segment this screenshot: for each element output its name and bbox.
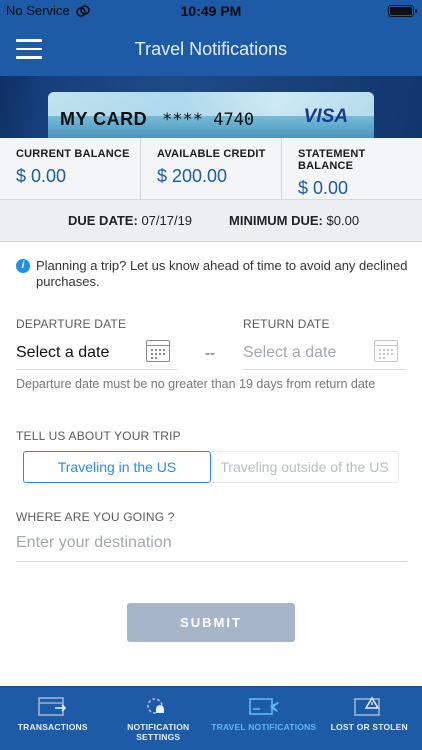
card-banner: MY CARD **** 4740 VISA (0, 76, 422, 138)
minimum-due-value: $0.00 (326, 213, 360, 228)
current-balance-value: $ 0.00 (16, 166, 67, 186)
status-bar: No Service 10:49 PM (0, 0, 422, 22)
due-date-value: 07/17/19 (141, 213, 193, 228)
due-date-label: DUE DATE: (68, 213, 138, 228)
statement-balance-label: STATEMENT BALANCE (298, 148, 366, 172)
departure-date-value: Select a date (16, 344, 110, 361)
submit-button[interactable]: SUBMIT (127, 603, 295, 642)
due-summary: DUE DATE: 07/17/19 MINIMUM DUE: $0.00 (0, 200, 422, 242)
nav-bar: Travel Notifications (0, 22, 422, 76)
return-date-field[interactable]: Select a date (243, 338, 406, 370)
available-credit-value: $ 200.00 (157, 166, 228, 186)
balances-panel: CURRENT BALANCE $ 0.00 AVAILABLE CREDIT … (0, 138, 422, 200)
page-title: Travel Notifications (134, 39, 288, 59)
option-traveling-outside-us[interactable]: Traveling outside of the US (211, 451, 399, 483)
tab-lost-or-stolen[interactable]: LOST OR STOLEN (317, 687, 422, 750)
info-icon: i (16, 259, 30, 273)
available-credit-label: AVAILABLE CREDIT (157, 148, 266, 160)
tab-notification-settings[interactable]: NOTIFICATION SETTINGS (106, 687, 212, 750)
return-date-value: Select a date (243, 344, 337, 361)
battery-icon (388, 5, 417, 17)
lost-stolen-icon (354, 696, 381, 716)
tab-lost-or-stolen-label: LOST OR STOLEN (330, 722, 408, 732)
transactions-icon (37, 697, 66, 716)
card-name: MY CARD (60, 109, 148, 129)
current-balance-label: CURRENT BALANCE (16, 148, 130, 160)
status-time: 10:49 PM (180, 3, 242, 19)
date-hint: Departure date must be no greater than 1… (16, 377, 376, 391)
tab-transactions[interactable]: TRANSACTIONS (0, 687, 106, 750)
notification-settings-icon (147, 698, 165, 714)
tab-notification-settings-label: NOTIFICATION SETTINGS (127, 722, 190, 742)
statement-balance: STATEMENT BALANCE $ 0.00 (282, 138, 422, 199)
card-number: **** 4740 (162, 110, 254, 130)
departure-calendar-icon[interactable] (146, 340, 170, 362)
tab-travel-notifications-label: TRAVEL NOTIFICATIONS (211, 722, 317, 732)
trip-label: TELL US ABOUT YOUR TRIP (16, 429, 181, 443)
available-credit: AVAILABLE CREDIT $ 200.00 (141, 138, 282, 199)
departure-date-label: DEPARTURE DATE (16, 317, 127, 331)
destination-field (16, 530, 407, 562)
info-text: Planning a trip? Let us know ahead of ti… (36, 258, 408, 289)
trip-type-toggle: Traveling in the US Traveling outside of… (23, 451, 399, 483)
destination-label: WHERE ARE YOU GOING ? (16, 510, 175, 524)
return-calendar-icon[interactable] (374, 340, 398, 362)
visa-logo: VISA (303, 106, 348, 127)
destination-input[interactable] (16, 530, 407, 552)
tab-travel-notifications[interactable]: TRAVEL NOTIFICATIONS (211, 687, 317, 750)
date-separator: -- (205, 345, 215, 362)
minimum-due-label: MINIMUM DUE: (229, 213, 323, 228)
tab-bar: TRANSACTIONS NOTIFICATION SETTINGS TRAVE… (0, 686, 422, 750)
due-date: DUE DATE: 07/17/19 (68, 213, 192, 228)
travel-notifications-icon (248, 698, 279, 715)
tab-transactions-label: TRANSACTIONS (17, 722, 88, 732)
minimum-due: MINIMUM DUE: $0.00 (229, 213, 359, 228)
current-balance: CURRENT BALANCE $ 0.00 (0, 138, 141, 199)
return-date-label: RETURN DATE (243, 317, 330, 331)
statement-balance-value: $ 0.00 (298, 178, 349, 198)
departure-date-field[interactable]: Select a date (16, 338, 178, 370)
card-number-mask: **** (162, 110, 203, 130)
credit-card-image: MY CARD **** 4740 VISA (48, 92, 374, 138)
card-last4: 4740 (213, 110, 255, 130)
info-message: i Planning a trip? Let us know ahead of … (16, 258, 408, 290)
option-traveling-in-us[interactable]: Traveling in the US (23, 451, 211, 483)
